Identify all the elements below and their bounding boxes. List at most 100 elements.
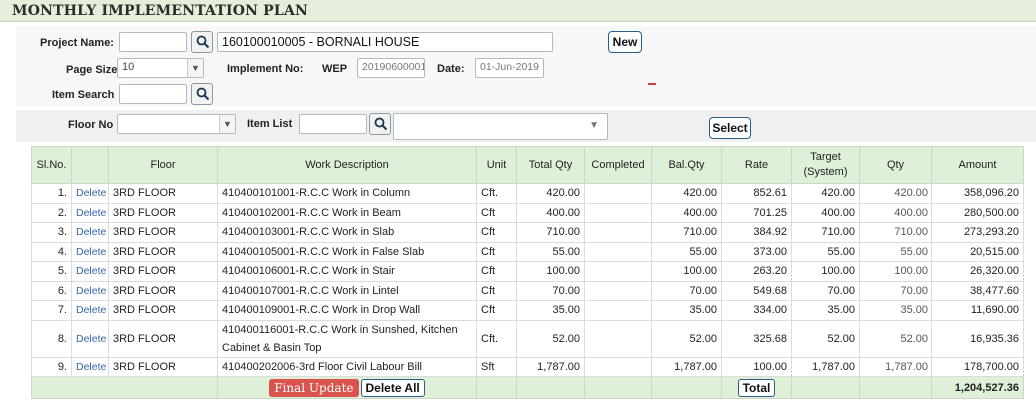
qty-input[interactable]: 400.00: [864, 206, 928, 219]
qty-input[interactable]: 55.00: [864, 245, 928, 258]
qty-input[interactable]: 100.00: [864, 265, 928, 278]
cell-sl: 1.: [31, 183, 72, 204]
col-bal-qty: Bal.Qty: [651, 146, 722, 184]
footer-total-cell: Total: [721, 376, 792, 399]
col-amount: Amount: [931, 146, 1024, 184]
chevron-down-icon: ▼: [219, 115, 235, 133]
project-search-button[interactable]: [191, 31, 213, 53]
cell-rate: 325.68: [721, 319, 792, 358]
search-icon: [196, 87, 210, 101]
floor-select[interactable]: ▼: [117, 114, 236, 134]
cell-unit: Cft: [476, 261, 517, 282]
table-row: 7. Delete 3RD FLOOR 410400109001-R.C.C Work…: [31, 300, 1024, 321]
project-name-field[interactable]: 160100010005 - BORNALI HOUSE: [217, 32, 553, 52]
total-button[interactable]: Total: [737, 378, 776, 397]
date-input[interactable]: 01-Jun-2019: [475, 58, 544, 78]
cell-sl: 9.: [31, 356, 72, 377]
cell-description: 410400109001-R.C.C Work in Drop Wall: [217, 300, 477, 321]
footer-actions: Final Update Delete All: [217, 376, 477, 399]
new-button[interactable]: New: [608, 31, 642, 53]
table-row: 8. Delete 3RD FLOOR 410400116001-R.C.C Work…: [31, 319, 1024, 358]
chevron-down-icon: ▼: [589, 120, 599, 131]
cell-completed: [584, 222, 652, 243]
delete-row-link[interactable]: Delete: [76, 246, 106, 258]
delete-row-link[interactable]: Delete: [76, 361, 106, 373]
cell-amount: 16,935.36: [931, 319, 1024, 358]
cell-rate: 384.92: [721, 222, 792, 243]
cell-qty: 710.00: [859, 222, 932, 243]
cell-target: 420.00: [791, 183, 860, 204]
qty-input[interactable]: 1,787.00: [864, 360, 928, 373]
delete-row-link[interactable]: Delete: [76, 226, 106, 238]
cell-rate: 701.25: [721, 202, 792, 223]
cell-target: 400.00: [791, 202, 860, 223]
cell-bal-qty: 55.00: [651, 241, 722, 262]
qty-input[interactable]: 52.00: [864, 332, 928, 345]
cell-floor: 3RD FLOOR: [108, 241, 218, 262]
cell-description: 410400106001-R.C.C Work in Stair: [217, 261, 477, 282]
col-qty: Qty: [859, 146, 932, 184]
implementation-table: Sl.No. Floor Work Description Unit Total…: [31, 146, 1024, 399]
cell-target: 52.00: [791, 319, 860, 358]
implement-no-label: Implement No:: [227, 63, 304, 75]
final-update-button[interactable]: Final Update: [269, 378, 359, 397]
cell-rate: 263.20: [721, 261, 792, 282]
cell-sl: 3.: [31, 222, 72, 243]
delete-row-link[interactable]: Delete: [76, 187, 106, 199]
cell-qty: 52.00: [859, 319, 932, 358]
col-target: Target (System): [791, 146, 860, 184]
cell-bal-qty: 420.00: [651, 183, 722, 204]
cell-bal-qty: 70.00: [651, 280, 722, 301]
cell-target: 55.00: [791, 241, 860, 262]
cell-bal-qty: 710.00: [651, 222, 722, 243]
page-size-select[interactable]: 10 ▼: [117, 58, 204, 78]
cell-rate: 334.00: [721, 300, 792, 321]
cell-amount: 178,700.00: [931, 356, 1024, 377]
cell-target: 1,787.00: [791, 356, 860, 377]
table-row: 1. Delete 3RD FLOOR 410400101001-R.C.C Work…: [31, 183, 1024, 204]
project-code-input[interactable]: [119, 32, 187, 52]
implement-no-input[interactable]: 20190600001: [357, 58, 425, 78]
cell-floor: 3RD FLOOR: [108, 280, 218, 301]
cell-qty: 55.00: [859, 241, 932, 262]
cell-completed: [584, 202, 652, 223]
table-row: 2. Delete 3RD FLOOR 410400102001-R.C.C Work…: [31, 202, 1024, 223]
cell-qty: 70.00: [859, 280, 932, 301]
page-size-value: 10: [122, 61, 135, 73]
cell-qty: 400.00: [859, 202, 932, 223]
item-search-button[interactable]: [191, 83, 213, 105]
cell-bal-qty: 100.00: [651, 261, 722, 282]
cell-total-qty: 100.00: [516, 261, 585, 282]
item-list-select[interactable]: ▼: [393, 113, 608, 140]
cell-total-qty: 1,787.00: [516, 356, 585, 377]
qty-input[interactable]: 70.00: [864, 284, 928, 297]
cell-delete: Delete: [71, 261, 109, 282]
delete-row-link[interactable]: Delete: [76, 207, 106, 219]
delete-row-link[interactable]: Delete: [76, 285, 106, 297]
cell-qty: 420.00: [859, 183, 932, 204]
cell-rate: 373.00: [721, 241, 792, 262]
cell-description: 410400103001-R.C.C Work in Slab: [217, 222, 477, 243]
implement-prefix: WEP: [322, 63, 348, 75]
cell-amount: 38,477.60: [931, 280, 1024, 301]
item-list-search-button[interactable]: [369, 113, 391, 135]
delete-all-button[interactable]: Delete All: [360, 378, 425, 397]
delete-row-link[interactable]: Delete: [76, 265, 106, 277]
col-unit: Unit: [476, 146, 517, 184]
select-button[interactable]: Select: [709, 117, 751, 139]
cell-completed: [584, 183, 652, 204]
qty-input[interactable]: 710.00: [864, 226, 928, 239]
qty-input[interactable]: 420.00: [864, 187, 928, 200]
delete-row-link[interactable]: Delete: [76, 304, 106, 316]
cell-qty: 1,787.00: [859, 356, 932, 377]
cell-target: 710.00: [791, 222, 860, 243]
col-target-line1: Target: [810, 151, 841, 163]
item-search-input[interactable]: [119, 84, 187, 104]
cell-floor: 3RD FLOOR: [108, 356, 218, 377]
table-footer-row: Final Update Delete All Total 1,204,527.3…: [31, 376, 1024, 399]
item-list-input[interactable]: [299, 114, 367, 134]
cell-qty: 100.00: [859, 261, 932, 282]
cell-total-qty: 52.00: [516, 319, 585, 358]
qty-input[interactable]: 35.00: [864, 304, 928, 317]
delete-row-link[interactable]: Delete: [76, 333, 106, 345]
